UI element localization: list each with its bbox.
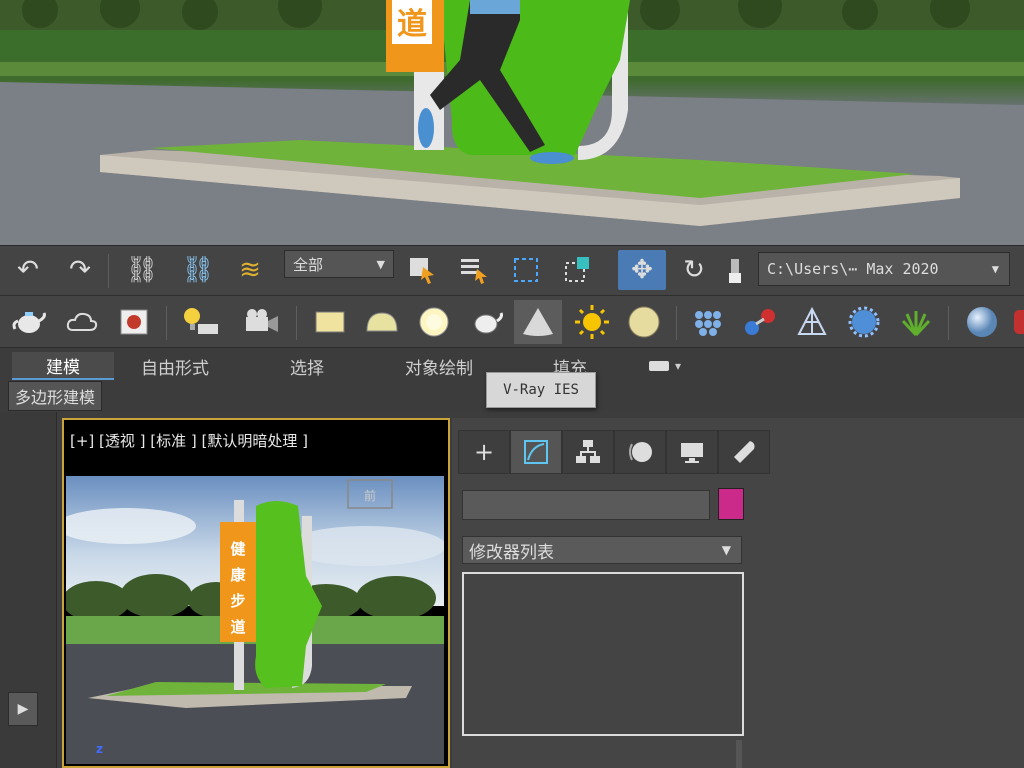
vray-sphere-light-icon[interactable] xyxy=(412,304,456,340)
window-crossing-icon[interactable] xyxy=(558,254,598,286)
modifier-list-dropdown[interactable]: 修改器列表 ▼ xyxy=(462,536,742,564)
cloud-icon[interactable] xyxy=(62,306,102,338)
undo-icon[interactable]: ↶ xyxy=(10,254,46,286)
render-sign-char: 道 xyxy=(397,7,427,42)
utilities-icon[interactable] xyxy=(718,430,770,474)
chevron-down-icon: ▼ xyxy=(991,262,999,276)
rect-selection-icon[interactable] xyxy=(506,254,546,286)
vray-pointcloud-icon[interactable] xyxy=(790,304,834,340)
vray-ies-icon[interactable] xyxy=(514,300,562,344)
object-color-swatch[interactable] xyxy=(718,488,744,520)
vray-proxy-icon[interactable] xyxy=(686,304,730,340)
select-object-icon[interactable] xyxy=(402,254,442,286)
motion-icon[interactable] xyxy=(614,430,666,474)
viewport-sign-char-2: 康 xyxy=(230,566,246,584)
tab-selection[interactable]: 选择 xyxy=(262,352,352,380)
scale-icon[interactable] xyxy=(722,254,748,286)
chevron-down-icon: ▼ xyxy=(721,543,731,557)
selection-filter-dropdown[interactable]: 全部 ▼ xyxy=(284,250,394,278)
command-panel-tabs: + xyxy=(458,430,770,474)
expand-panel-button[interactable]: ▶ xyxy=(8,692,38,726)
tooltip: V-Ray IES xyxy=(486,372,596,408)
move-icon[interactable]: ✥ xyxy=(618,250,666,290)
render-scene: 道 xyxy=(0,0,1024,245)
vray-sphere-icon[interactable] xyxy=(960,304,1004,340)
modifier-stack[interactable] xyxy=(462,572,744,736)
main-toolbar: ↶ ↷ ⛓ ⛓ ≋ 全部 ▼ ✥ ↻ C:\Users\⋯ Max 2020 ▼ xyxy=(0,245,1024,296)
teapot-icon[interactable] xyxy=(10,306,48,338)
vray-instancer-icon[interactable] xyxy=(738,304,782,340)
camera-icon[interactable] xyxy=(240,304,284,340)
vray-ambient-icon[interactable] xyxy=(622,304,666,340)
chevron-down-icon: ▼ xyxy=(376,257,385,271)
overflow-icon[interactable] xyxy=(1014,310,1024,334)
render-frame-icon[interactable] xyxy=(114,304,154,340)
svg-text:前: 前 xyxy=(364,488,376,503)
tab-object-paint[interactable]: 对象绘制 xyxy=(384,352,494,380)
vray-fur-icon[interactable] xyxy=(894,304,938,340)
link-icon[interactable]: ⛓ xyxy=(122,254,162,286)
viewport-scene: 健 康 步 道 前 xyxy=(66,476,444,764)
select-by-name-icon[interactable] xyxy=(454,254,494,286)
panel-scrollbar[interactable] xyxy=(736,740,742,768)
render-preview: 道 xyxy=(0,0,1024,245)
ribbon-options-dropdown[interactable]: ▾ xyxy=(640,352,690,380)
project-path-value: C:\Users\⋯ Max 2020 xyxy=(767,260,939,278)
viewport-label[interactable]: [+] [透视 ] [标准 ] [默认明暗处理 ] xyxy=(70,430,308,451)
object-name-field[interactable] xyxy=(462,490,710,520)
selection-filter-value: 全部 xyxy=(293,255,324,274)
unlink-icon[interactable]: ⛓ xyxy=(178,254,218,286)
polygon-modeling-panel[interactable]: 多边形建模 xyxy=(8,381,103,411)
hierarchy-icon[interactable] xyxy=(562,430,614,474)
vray-decal-icon[interactable] xyxy=(842,304,886,340)
modifier-list-label: 修改器列表 xyxy=(469,542,554,563)
viewport-sign-char-4: 道 xyxy=(230,618,245,636)
vray-sun-icon[interactable] xyxy=(570,304,614,340)
bind-spacewarp-icon[interactable]: ≋ xyxy=(230,254,270,286)
vray-plane-icon[interactable] xyxy=(308,304,352,340)
redo-icon[interactable]: ↷ xyxy=(62,254,98,286)
perspective-viewport[interactable]: [+] [透视 ] [标准 ] [默认明暗处理 ] 健 康 步 道 前 z xyxy=(62,418,450,768)
tab-modeling[interactable]: 建模 xyxy=(12,352,114,380)
project-path-dropdown[interactable]: C:\Users\⋯ Max 2020 ▼ xyxy=(758,252,1010,286)
viewport-sign-char-3: 步 xyxy=(230,592,245,610)
modify-icon[interactable] xyxy=(510,430,562,474)
display-icon[interactable] xyxy=(666,430,718,474)
create-icon[interactable]: + xyxy=(458,430,510,474)
vray-toolbar xyxy=(0,295,1024,348)
command-panel: + 修改器列表 ▼ xyxy=(452,418,1024,768)
rotate-icon[interactable]: ↻ xyxy=(674,254,714,286)
viewport-sign-char-1: 健 xyxy=(230,540,245,558)
vray-dome-icon[interactable] xyxy=(360,304,404,340)
tab-freeform[interactable]: 自由形式 xyxy=(120,352,230,380)
axis-gizmo: z xyxy=(96,742,103,756)
light-lister-icon[interactable] xyxy=(178,304,222,340)
vray-fur-teapot-icon[interactable] xyxy=(464,304,508,340)
viewport-render: 健 康 步 道 前 xyxy=(66,476,444,764)
